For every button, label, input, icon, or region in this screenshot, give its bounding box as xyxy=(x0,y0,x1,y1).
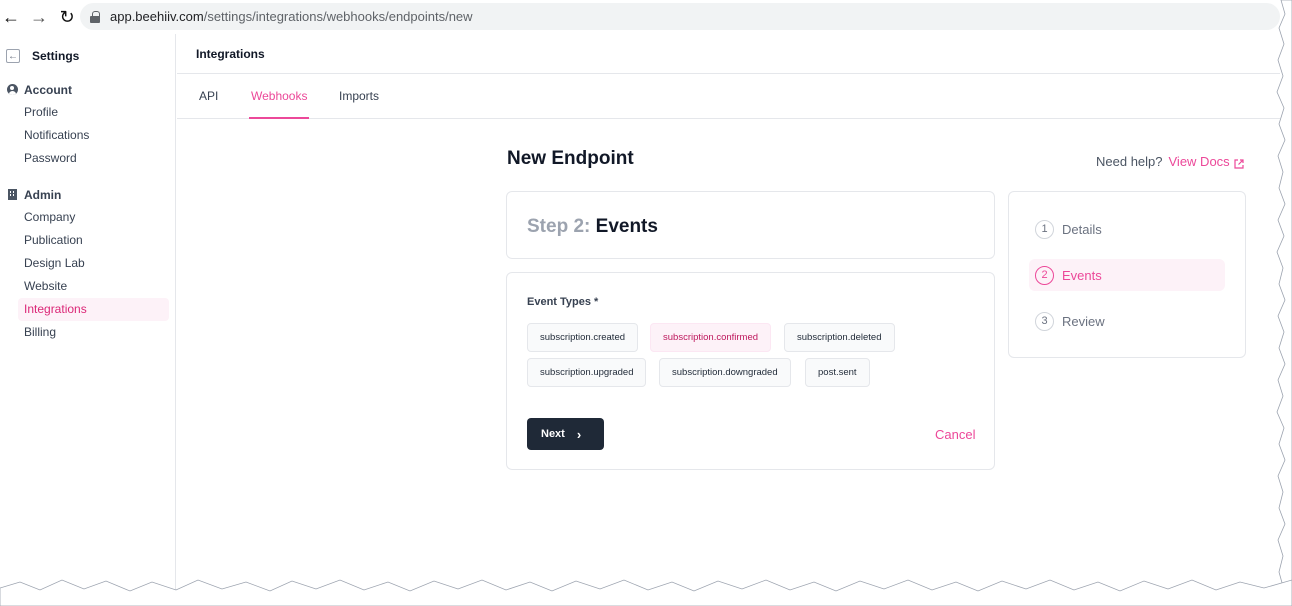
event-chip-subscription-confirmed[interactable]: subscription.confirmed xyxy=(650,323,772,352)
external-link-icon[interactable] xyxy=(1234,157,1244,169)
event-chip-subscription-created[interactable]: subscription.created xyxy=(527,323,639,352)
view-docs-link[interactable]: View Docs xyxy=(1169,154,1230,169)
integration-tabs: API Webhooks Imports xyxy=(177,74,1280,119)
tab-webhooks[interactable]: Webhooks xyxy=(249,74,310,119)
forward-arrow-icon[interactable]: → xyxy=(28,6,50,28)
help-links: Need help? View Docs xyxy=(1096,154,1244,169)
sidebar-header: ← Settings xyxy=(0,34,175,78)
progress-step-events[interactable]: 2 Events xyxy=(1029,259,1225,291)
page-title: New Endpoint xyxy=(507,148,634,169)
step-label: Details xyxy=(1062,221,1102,237)
step-header-card: Step 2: Events xyxy=(506,191,995,259)
address-bar[interactable]: app.beehiiv.com/settings/integrations/we… xyxy=(80,3,1280,30)
event-types-card: Event Types * subscription.created subsc… xyxy=(506,272,995,470)
browser-toolbar: ← → ↻ app.beehiiv.com/settings/integrati… xyxy=(0,0,1280,34)
event-chip-subscription-deleted[interactable]: subscription.deleted xyxy=(784,323,895,352)
torn-edge-bottom xyxy=(0,579,1292,606)
chevron-right-icon: › xyxy=(576,426,582,442)
step-label: Review xyxy=(1062,313,1105,329)
lock-icon xyxy=(90,10,100,23)
section-title: Integrations xyxy=(196,46,265,61)
event-types-label: Event Types * xyxy=(527,296,599,308)
torn-edge-right xyxy=(1276,0,1292,606)
sidebar-item-billing[interactable]: Billing xyxy=(0,321,175,344)
building-icon xyxy=(6,189,18,201)
settings-sidebar: ← Settings Account Profile Notifications… xyxy=(0,34,176,606)
step-label: Events xyxy=(1062,267,1102,283)
url-text: app.beehiiv.com/settings/integrations/we… xyxy=(110,9,473,24)
sidebar-item-password[interactable]: Password xyxy=(0,147,175,170)
section-header: Integrations xyxy=(177,34,1280,74)
cancel-link[interactable]: Cancel xyxy=(935,427,975,442)
event-chip-post-sent[interactable]: post.sent xyxy=(805,358,870,387)
sidebar-group-admin: Admin Company Publication Design Lab Web… xyxy=(0,183,175,344)
reload-icon[interactable]: ↻ xyxy=(56,6,78,28)
progress-step-review[interactable]: 3 Review xyxy=(1029,305,1225,337)
progress-step-details[interactable]: 1 Details xyxy=(1029,213,1225,245)
step-number-circle: 2 xyxy=(1035,265,1054,285)
event-chip-subscription-upgraded[interactable]: subscription.upgraded xyxy=(527,358,647,387)
tab-imports[interactable]: Imports xyxy=(339,74,379,119)
step-title: Step 2: Events xyxy=(527,216,658,238)
sidebar-group-account: Account Profile Notifications Password xyxy=(0,78,175,170)
back-arrow-icon[interactable]: ← xyxy=(0,6,22,28)
step-number-circle: 3 xyxy=(1035,311,1054,331)
sidebar-item-design-lab[interactable]: Design Lab xyxy=(0,252,175,275)
sidebar-title: Settings xyxy=(32,49,80,63)
sidebar-item-website[interactable]: Website xyxy=(0,275,175,298)
sidebar-group-label: Admin xyxy=(24,187,62,202)
next-button[interactable]: Next › xyxy=(527,418,604,450)
step-number: Step 2: xyxy=(527,216,591,237)
help-text: Need help? xyxy=(1096,154,1163,169)
collapse-arrow-icon[interactable]: ← xyxy=(6,49,20,63)
step-number-circle: 1 xyxy=(1035,219,1054,239)
sidebar-item-profile[interactable]: Profile xyxy=(0,101,175,124)
sidebar-item-integrations[interactable]: Integrations xyxy=(18,298,169,321)
steps-progress-card: 1 Details 2 Events 3 Review xyxy=(1008,191,1246,358)
event-chip-subscription-downgraded[interactable]: subscription.downgraded xyxy=(659,358,791,387)
sidebar-item-notifications[interactable]: Notifications xyxy=(0,124,175,147)
step-name: Events xyxy=(595,216,658,237)
sidebar-item-publication[interactable]: Publication xyxy=(0,229,175,252)
next-button-label: Next xyxy=(541,428,565,440)
user-circle-icon xyxy=(6,84,18,96)
tab-api[interactable]: API xyxy=(199,74,218,119)
sidebar-item-company[interactable]: Company xyxy=(0,206,175,229)
sidebar-group-label: Account xyxy=(24,82,72,97)
